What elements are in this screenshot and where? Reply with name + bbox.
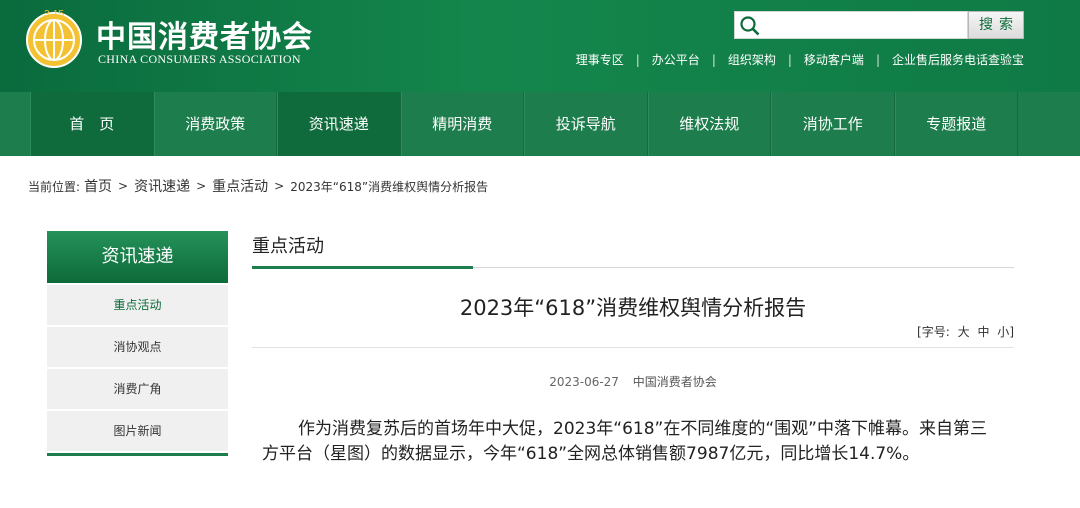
- font-size-prefix: [字号:: [917, 325, 950, 339]
- separator: |: [787, 52, 792, 67]
- site-header: 3·15 中国消费者协会 CHINA CONSUMERS ASSOCIATION…: [0, 0, 1080, 92]
- search-box: [734, 11, 968, 39]
- section-title: 重点活动: [252, 236, 324, 257]
- chevron-right-icon: >: [196, 179, 207, 193]
- nav-item-smart-consumption[interactable]: 精明消费: [400, 92, 524, 156]
- article-title: 2023年“618”消费维权舆情分析报告: [459, 296, 807, 320]
- nav-item-news[interactable]: 资讯速递: [277, 92, 401, 156]
- top-link-service-check[interactable]: 企业售后服务电话查验宝: [892, 51, 1024, 68]
- nav-item-home[interactable]: 首 页: [30, 92, 154, 156]
- nav-item-special-reports[interactable]: 专题报道: [894, 92, 1018, 156]
- sidebar-title: 资讯速递: [47, 231, 228, 283]
- chevron-right-icon: >: [118, 179, 129, 193]
- font-size-medium-button[interactable]: 中: [977, 325, 989, 339]
- font-size-controls: [字号: 大 中 小]: [913, 323, 1014, 340]
- site-title-cn[interactable]: 中国消费者协会: [96, 12, 313, 56]
- sidebar-item-key-activities[interactable]: 重点活动: [47, 285, 228, 325]
- nav-item-policy[interactable]: 消费政策: [153, 92, 277, 156]
- search-icon: [740, 16, 760, 36]
- divider: [252, 347, 1014, 348]
- nav-item-regulations[interactable]: 维权法规: [647, 92, 771, 156]
- article-date: 2023-06-27: [549, 375, 619, 389]
- cca-emblem-icon[interactable]: 3·15: [22, 6, 86, 70]
- sidebar-bottom-rule: [47, 453, 228, 456]
- sidebar-item-photo-news[interactable]: 图片新闻: [47, 411, 228, 451]
- article-paragraph: 作为消费复苏后的首场年中大促，2023年“618”在不同维度的“围观”中落下帷幕…: [262, 419, 987, 464]
- svg-text:3·15: 3·15: [44, 9, 64, 20]
- separator: |: [875, 52, 880, 67]
- top-links: 理事专区 | 办公平台 | 组织架构 | 移动客户端 | 企业售后服务电话查验宝: [576, 51, 1024, 68]
- top-link-mobile[interactable]: 移动客户端: [804, 51, 864, 68]
- breadcrumb-label: 当前位置:: [28, 179, 81, 194]
- article-source: 中国消费者协会: [632, 375, 717, 389]
- sidebar: 资讯速递 重点活动 消协观点 消费广角 图片新闻: [47, 231, 228, 456]
- font-size-small-button[interactable]: 小: [997, 325, 1009, 339]
- article-meta: 2023-06-27 中国消费者协会: [252, 373, 1014, 390]
- separator: |: [635, 52, 640, 67]
- section-title-underline: [252, 266, 473, 269]
- font-size-large-button[interactable]: 大: [958, 325, 970, 339]
- separator: |: [711, 52, 716, 67]
- chevron-right-icon: >: [274, 179, 285, 193]
- font-size-suffix: ]: [1009, 325, 1014, 339]
- top-link-office[interactable]: 办公平台: [652, 51, 700, 68]
- site-title-en: CHINA CONSUMERS ASSOCIATION: [98, 52, 301, 66]
- breadcrumb-key-activities[interactable]: 重点活动: [212, 176, 268, 196]
- breadcrumb-news[interactable]: 资讯速递: [134, 176, 190, 196]
- breadcrumb-home[interactable]: 首页: [84, 176, 112, 196]
- sidebar-item-viewpoints[interactable]: 消协观点: [47, 327, 228, 367]
- top-link-council[interactable]: 理事专区: [576, 51, 624, 68]
- breadcrumb-current: 2023年“618”消费维权舆情分析报告: [290, 179, 489, 194]
- search-input[interactable]: [763, 14, 963, 36]
- nav-item-complaint[interactable]: 投诉导航: [524, 92, 648, 156]
- main-nav: 首 页 消费政策 资讯速递 精明消费 投诉导航 维权法规 消协工作 专题报道: [0, 92, 1080, 156]
- breadcrumb: 当前位置: 首页 > 资讯速递 > 重点活动 > 2023年“618”消费维权舆…: [28, 176, 488, 196]
- top-link-organization[interactable]: 组织架构: [728, 51, 776, 68]
- nav-item-association-work[interactable]: 消协工作: [771, 92, 895, 156]
- search-button[interactable]: 搜索: [968, 11, 1024, 39]
- sidebar-item-consumption-angle[interactable]: 消费广角: [47, 369, 228, 409]
